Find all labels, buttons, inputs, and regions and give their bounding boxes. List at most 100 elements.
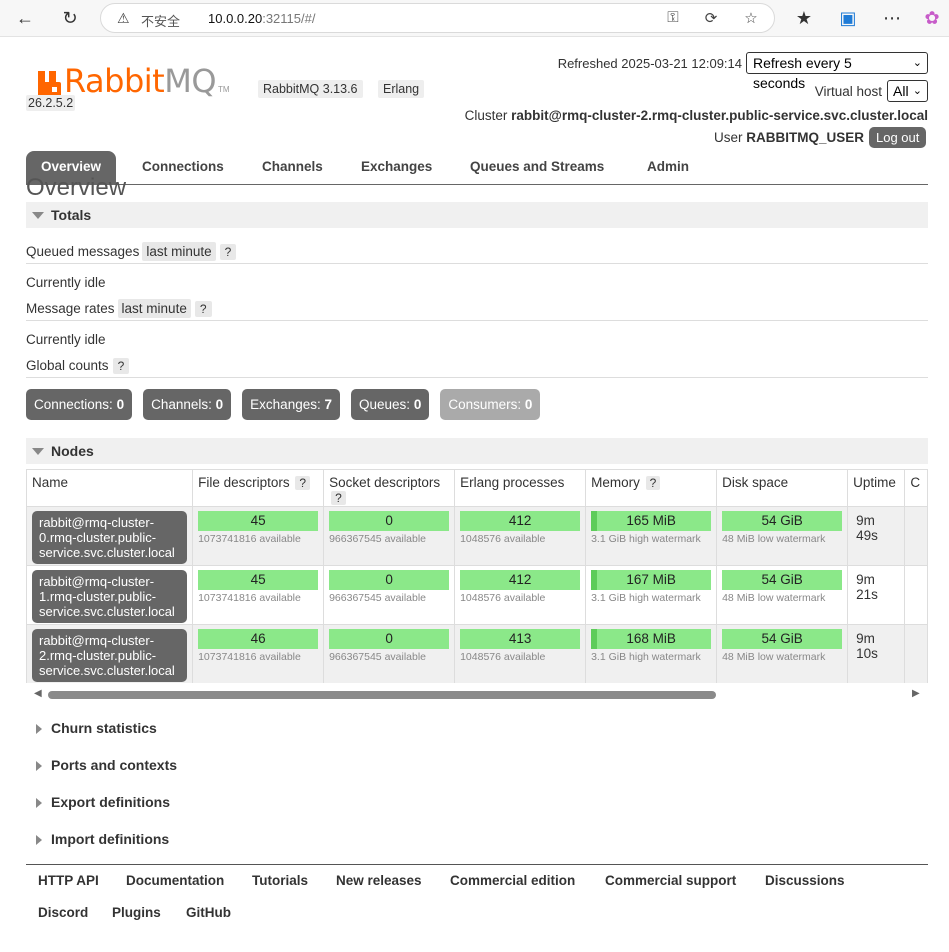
channels-count-button[interactable]: Channels: 0 [143,389,232,420]
usage-subtext: 48 MiB low watermark [722,533,826,545]
queued-range-selector[interactable]: last minute [142,242,216,261]
footer-link-documentation[interactable]: Documentation [126,873,224,888]
vhost-select[interactable]: All ⌄ [887,80,928,102]
usage-bar: 54 GiB [722,629,843,649]
key-icon[interactable]: ⚿ [663,9,683,29]
tab-queues[interactable]: Queues and Streams [455,151,619,184]
favorites-icon[interactable]: ★ [792,6,816,30]
column-label: Socket descriptors [329,475,441,490]
usage-subtext: 966367545 available [329,592,427,604]
tab-channels[interactable]: Channels [247,151,338,184]
url-text: 10.0.0.20:32115/#/ [208,11,315,26]
usage-bar: 45 [198,570,319,590]
queued-messages-label: Queued messages [26,244,140,259]
help-icon[interactable]: ? [112,358,130,374]
count-value: 0 [215,397,224,412]
tab-admin[interactable]: Admin [632,151,704,184]
scroll-left-arrow-icon[interactable]: ◀ [34,688,42,699]
footer-link-new-releases[interactable]: New releases [336,873,422,888]
footer-link-commercial-support[interactable]: Commercial support [605,873,736,888]
export-definitions-section[interactable]: Export definitions [26,791,928,813]
connections-count-button[interactable]: Connections: 0 [26,389,133,420]
node-name-link[interactable]: rabbit@rmq-cluster- 0.rmq-cluster.public-… [32,511,187,564]
column-label: C [910,475,921,490]
logout-button[interactable]: Log out [869,127,927,148]
expand-triangle-icon [36,835,42,845]
user-name: RABBITMQ_USER [746,130,864,145]
queues-count-button[interactable]: Queues: 0 [351,389,430,420]
import-definitions-section[interactable]: Import definitions [26,828,928,850]
totals-section-header[interactable]: Totals [26,202,928,228]
node-name-line: 2.rmq-cluster.public- [39,648,157,663]
footer-link-tutorials[interactable]: Tutorials [252,873,308,888]
node-name-link[interactable]: rabbit@rmq-cluster- 1.rmq-cluster.public-… [32,570,187,623]
usage-bar: 0 [329,511,450,531]
count-label: Consumers: [448,397,522,412]
rates-idle-text: Currently idle [26,332,106,347]
table-cell: 167 MiB 3.1 GiB high watermark [585,565,718,625]
help-icon[interactable]: ? [645,476,661,490]
scrollbar-thumb[interactable] [48,691,716,699]
usage-bar: 0 [329,629,450,649]
scroll-right-arrow-icon[interactable]: ▶ [912,688,920,699]
table-cell: 54 GiB 48 MiB low watermark [716,624,849,683]
nodes-table-container[interactable]: Name File descriptors ? Socket descripto… [26,469,928,683]
queued-messages-row: Queued messages last minute? [26,240,928,264]
horizontal-scrollbar[interactable]: ◀ ▶ [26,688,928,702]
table-cell: rabbit@rmq-cluster- 0.rmq-cluster.public-… [27,506,194,566]
column-header-uptime[interactable]: Uptime [847,469,906,507]
count-value: 0 [116,397,125,412]
help-icon[interactable]: ? [331,491,346,505]
tab-connections[interactable]: Connections [127,151,239,184]
table-cell: 9m 49s [847,506,906,566]
column-header-name[interactable]: Name [27,469,194,507]
footer-link-http-api[interactable]: HTTP API [38,873,99,888]
url-host: 10.0.0.20 [208,11,263,26]
edge-extension-icon[interactable]: ▣ [836,6,860,30]
table-cell: 0 966367545 available [323,565,456,625]
footer-link-discord[interactable]: Discord [38,905,88,920]
footer-link-discussions[interactable]: Discussions [765,873,845,888]
column-header-truncated[interactable]: C [904,469,928,507]
column-header-file-descriptors[interactable]: File descriptors ? [192,469,325,507]
tab-exchanges[interactable]: Exchanges [346,151,447,184]
table-cell: rabbit@rmq-cluster- 1.rmq-cluster.public-… [27,565,194,625]
rabbitmq-logo[interactable]: Rabbit MQ TM [38,64,230,98]
usage-subtext: 1073741816 available [198,533,301,545]
table-cell: 412 1048576 available [454,506,587,566]
column-header-erlang-processes[interactable]: Erlang processes [454,469,587,507]
node-name-link[interactable]: rabbit@rmq-cluster- 2.rmq-cluster.public-… [32,629,187,682]
uptime-value: 9m 49s [856,513,878,543]
column-header-socket-descriptors[interactable]: Socket descriptors? [323,469,456,507]
help-icon[interactable]: ? [295,476,311,490]
footer-link-github[interactable]: GitHub [186,905,231,920]
churn-statistics-section[interactable]: Churn statistics [26,717,928,739]
usage-subtext: 3.1 GiB high watermark [591,651,701,663]
usage-bar: 168 MiB [591,629,712,649]
reload-icon[interactable]: ↻ [58,6,82,30]
column-header-memory[interactable]: Memory ? [585,469,718,507]
ports-contexts-section[interactable]: Ports and contexts [26,754,928,776]
nodes-section-header[interactable]: Nodes [26,438,928,464]
footer-link-plugins[interactable]: Plugins [112,905,161,920]
column-header-disk-space[interactable]: Disk space [716,469,849,507]
exchanges-count-button[interactable]: Exchanges: 7 [242,389,340,420]
table-cell [904,624,928,683]
help-icon[interactable]: ? [219,244,237,260]
consumers-count-button[interactable]: Consumers: 0 [440,389,541,420]
footer-link-commercial-edition[interactable]: Commercial edition [450,873,575,888]
back-arrow-icon[interactable]: ← [13,6,37,30]
refresh-interval-select[interactable]: Refresh every 5 seconds ⌄ [746,52,928,91]
column-label: File descriptors [198,475,290,490]
help-icon[interactable]: ? [194,301,212,317]
more-icon[interactable]: ⋯ [880,6,904,30]
copilot-icon[interactable]: ✿ [920,6,944,30]
global-counts-row: Global counts? [26,354,928,378]
star-icon[interactable]: ☆ [741,9,761,29]
read-aloud-icon[interactable]: ⟳ [701,9,721,29]
usage-bar: 412 [460,511,581,531]
table-cell: 412 1048576 available [454,565,587,625]
table-cell: 54 GiB 48 MiB low watermark [716,565,849,625]
address-bar[interactable]: ⚠ 不安全 10.0.0.20:32115/#/ ⚿ ⟳ ☆ [100,3,775,33]
rates-range-selector[interactable]: last minute [117,299,191,318]
